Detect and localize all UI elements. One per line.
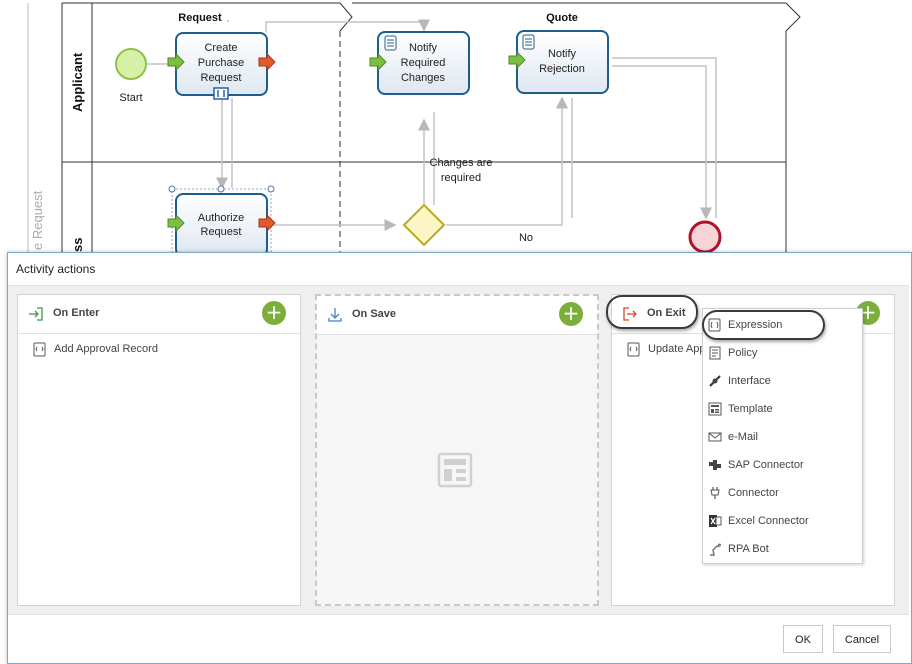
form-icon (213, 87, 229, 100)
lane-label-partial: ss (70, 238, 85, 252)
phase-quote-label: Quote (546, 12, 578, 24)
script-icon (384, 35, 397, 51)
pool-label-partial: e Request (30, 190, 45, 250)
action-item-label: Update App (648, 343, 706, 355)
menu-item-label: e-Mail (728, 431, 758, 443)
task-authorize-request[interactable]: Authorize Request (175, 193, 268, 257)
phase-request-label: Request (178, 12, 222, 24)
end-event[interactable] (688, 220, 722, 254)
action-item-label: Add Approval Record (54, 343, 158, 355)
task-label-line: Required (401, 57, 446, 69)
on-enter-header: On Enter + (18, 295, 300, 334)
flow-label-no: No (519, 232, 533, 244)
selection-handle[interactable] (267, 185, 275, 193)
task-label-line: Rejection (539, 63, 585, 75)
menu-item-connector[interactable]: Connector (708, 483, 858, 503)
exclusive-gateway[interactable] (402, 203, 446, 247)
menu-item-template[interactable]: Template (708, 399, 858, 419)
menu-item-interface[interactable]: Interface (708, 371, 858, 391)
add-on-save-button[interactable]: + (559, 302, 583, 326)
task-label-line: Notify (548, 48, 577, 60)
menu-item-label: Interface (728, 375, 771, 387)
enter-icon (29, 307, 43, 321)
task-label-line: Request (201, 72, 242, 84)
selection-handle[interactable] (168, 185, 176, 193)
task-label-line: Changes (401, 72, 446, 84)
sap-connector-icon (709, 460, 721, 470)
template-icon (708, 402, 722, 416)
exit-icon (623, 307, 637, 321)
on-save-title: On Save (352, 308, 397, 320)
dialog-title: Activity actions (16, 262, 96, 276)
excel-connector-icon (709, 515, 722, 527)
expression-icon (33, 342, 46, 357)
connector-icon (710, 487, 720, 499)
ok-button[interactable]: OK (783, 625, 823, 653)
on-enter-panel: On Enter + Add Approval Record (17, 294, 301, 606)
save-icon (328, 308, 342, 322)
task-label-line: Notify (409, 42, 438, 54)
script-icon (522, 34, 535, 50)
menu-item-policy[interactable]: Policy (708, 343, 858, 363)
menu-item-label: RPA Bot (728, 543, 769, 555)
task-label-line: Authorize (198, 212, 244, 224)
menu-item-label: Template (728, 403, 773, 415)
task-label-line: Create (204, 42, 237, 54)
menu-item-excel-connector[interactable]: Excel Connector (708, 511, 858, 531)
on-enter-title: On Enter (53, 307, 100, 319)
menu-item-label: Expression (728, 319, 783, 331)
expression-icon (627, 342, 640, 357)
task-label-line: Request (201, 226, 242, 238)
on-save-panel: On Save + (315, 294, 599, 606)
selection-handle[interactable] (217, 185, 225, 193)
start-event[interactable] (115, 48, 147, 80)
start-event-label: Start (119, 92, 142, 104)
menu-item-label: Excel Connector (728, 515, 809, 527)
action-type-menu: Expression Policy Interface Template e-M… (702, 308, 863, 564)
task-create-purchase-request[interactable]: Create Purchase Request (175, 32, 268, 96)
menu-item-label: SAP Connector (728, 459, 804, 471)
email-icon (708, 432, 722, 442)
menu-item-expression[interactable]: Expression (708, 315, 858, 335)
menu-item-sap-connector[interactable]: SAP Connector (708, 455, 858, 475)
on-save-header: On Save + (317, 296, 597, 335)
flow-label-changes-required: Changes are (430, 157, 493, 169)
rpa-bot-icon (710, 543, 721, 556)
expression-icon (708, 318, 721, 332)
task-label-line: Purchase (198, 57, 244, 69)
flow-label-changes-required: required (441, 172, 481, 184)
menu-item-rpa-bot[interactable]: RPA Bot (708, 539, 858, 559)
menu-item-label: Policy (728, 347, 758, 359)
policy-icon (709, 346, 721, 360)
add-on-enter-button[interactable]: + (262, 301, 286, 325)
menu-item-email[interactable]: e-Mail (708, 427, 858, 447)
interface-icon (709, 375, 721, 387)
empty-template-icon (437, 452, 473, 488)
lane-label-applicant: Applicant (70, 52, 85, 112)
on-exit-title: On Exit (647, 307, 686, 319)
cancel-button[interactable]: Cancel (833, 625, 891, 653)
menu-item-label: Connector (728, 487, 779, 499)
